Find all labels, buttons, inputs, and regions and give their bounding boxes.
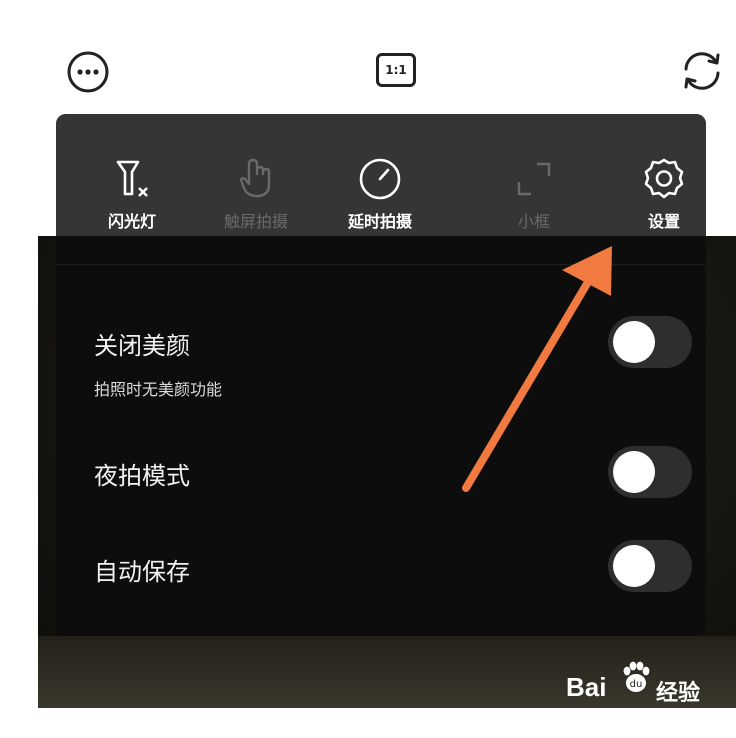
setting-row-beauty-off: 关闭美颜 拍照时无美颜功能: [56, 314, 706, 414]
switch-camera-button[interactable]: [678, 47, 726, 95]
aspect-ratio-label: 1:1: [376, 53, 416, 87]
gear-icon: [644, 158, 684, 199]
touch-capture-icon: [239, 158, 271, 198]
setting-title: 关闭美颜: [94, 332, 190, 360]
watermark-jingyan-text: 经验: [656, 681, 701, 706]
settings-panel: 闪光灯 触屏拍摄 延时拍摄 小框 设置 关闭美颜 拍照时无美颜功能 夜拍模式 自…: [56, 114, 706, 636]
baidu-jingyan-watermark: Bai du 经验 jingyan.baidu.com: [560, 660, 730, 730]
flash-label: 闪光灯: [107, 212, 156, 231]
flash-tool[interactable]: 闪光灯: [72, 114, 192, 236]
small-frame-tool[interactable]: 小框: [474, 114, 594, 236]
settings-label: 设置: [647, 212, 680, 231]
setting-subtitle: 拍照时无美颜功能: [94, 380, 223, 399]
timer-tool[interactable]: 延时拍摄: [320, 114, 440, 236]
toggle-knob: [613, 321, 655, 363]
watermark-url: jingyan.baidu.com: [568, 706, 681, 722]
aspect-ratio-button[interactable]: 1:1: [374, 50, 418, 90]
camera-top-bar: 1:1: [0, 0, 736, 118]
touch-capture-tool[interactable]: 触屏拍摄: [196, 114, 316, 236]
night-mode-toggle[interactable]: [608, 446, 692, 498]
quick-tools-bar: 闪光灯 触屏拍摄 延时拍摄 小框 设置: [56, 114, 706, 236]
toggle-knob: [613, 545, 655, 587]
switch-camera-icon: [684, 52, 720, 90]
setting-row-auto-save: 自动保存: [56, 538, 706, 608]
beauty-off-toggle[interactable]: [608, 316, 692, 368]
setting-title: 夜拍模式: [94, 462, 190, 490]
panel-divider: [56, 264, 706, 265]
timer-label: 延时拍摄: [347, 212, 412, 231]
timer-icon: [359, 158, 401, 200]
watermark-logo-text: Bai: [566, 672, 607, 702]
frame-icon: [517, 162, 551, 196]
toggle-knob: [613, 451, 655, 493]
auto-save-toggle[interactable]: [608, 540, 692, 592]
small-frame-label: 小框: [517, 212, 550, 231]
svg-text:du: du: [630, 679, 643, 690]
setting-row-night-mode: 夜拍模式: [56, 444, 706, 514]
touch-capture-label: 触屏拍摄: [223, 212, 288, 231]
settings-tool[interactable]: 设置: [604, 114, 706, 236]
more-horizontal-icon: [67, 51, 109, 93]
paw-logo-icon: du: [623, 661, 650, 692]
setting-title: 自动保存: [94, 558, 190, 586]
more-options-button[interactable]: [66, 50, 110, 94]
flash-off-icon: [116, 160, 148, 197]
